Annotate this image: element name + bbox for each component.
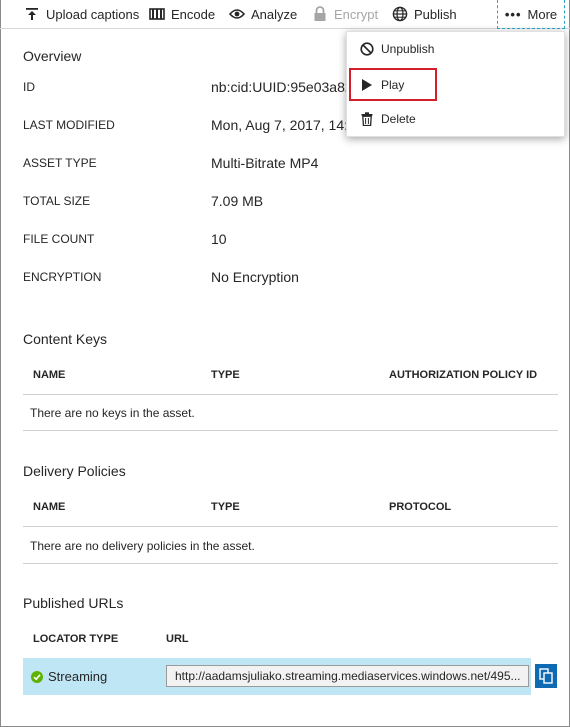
- encrypt-button[interactable]: Encrypt: [312, 0, 378, 28]
- property-value-last-modified: Mon, Aug 7, 2017, 14:: [211, 117, 348, 133]
- upload-captions-button[interactable]: Upload captions: [24, 0, 139, 28]
- property-label-encryption: ENCRYPTION: [23, 270, 102, 284]
- upload-icon: [24, 6, 40, 22]
- property-value-file-count: 10: [211, 231, 227, 247]
- divider: [23, 394, 558, 395]
- analyze-button[interactable]: Analyze: [229, 0, 297, 28]
- delivery-policies-heading: Delivery Policies: [23, 463, 126, 479]
- publish-button[interactable]: Publish: [392, 0, 457, 28]
- globe-icon: [392, 6, 408, 22]
- content-keys-column-authorization-policy[interactable]: AUTHORIZATION POLICY ID: [389, 369, 537, 381]
- content-keys-heading: Content Keys: [23, 331, 108, 347]
- locator-type-value: Streaming: [48, 669, 108, 684]
- ellipsis-icon: •••: [504, 6, 522, 22]
- property-label-id: ID: [23, 80, 35, 94]
- property-value-id: nb:cid:UUID:95e03a82: [211, 79, 353, 95]
- overview-heading: Overview: [23, 48, 82, 64]
- unpublish-icon: [359, 41, 375, 57]
- published-urls-heading: Published URLs: [23, 595, 124, 611]
- delivery-policies-column-protocol[interactable]: PROTOCOL: [389, 501, 451, 513]
- divider: [23, 526, 558, 527]
- more-label: More: [527, 6, 558, 22]
- menu-item-label: Delete: [381, 112, 416, 126]
- published-urls-column-locator-type[interactable]: LOCATOR TYPE: [33, 633, 118, 645]
- property-label-total-size: TOTAL SIZE: [23, 194, 91, 208]
- encode-button[interactable]: Encode: [149, 0, 215, 28]
- encode-icon: [149, 6, 165, 22]
- content-keys-empty-message: There are no keys in the asset.: [30, 406, 195, 420]
- content-keys-column-name[interactable]: NAME: [33, 369, 65, 381]
- lock-icon: [312, 6, 328, 22]
- command-bar: Upload captions Encode Analyze Encrypt P…: [0, 0, 570, 29]
- delivery-policies-column-name[interactable]: NAME: [33, 501, 65, 513]
- property-label-last-modified: LAST MODIFIED: [23, 118, 115, 132]
- property-value-asset-type: Multi-Bitrate MP4: [211, 155, 319, 171]
- streaming-url-field[interactable]: http://aadamsjuliako.streaming.mediaserv…: [166, 665, 529, 687]
- menu-item-label: Unpublish: [381, 42, 435, 56]
- encode-label: Encode: [171, 6, 216, 22]
- play-highlight-box: [349, 68, 437, 101]
- published-urls-column-url[interactable]: URL: [166, 633, 189, 645]
- divider: [23, 563, 558, 564]
- copy-url-button[interactable]: [535, 664, 557, 688]
- property-value-encryption: No Encryption: [211, 269, 299, 285]
- property-label-asset-type: ASSET TYPE: [23, 156, 97, 170]
- delivery-policies-column-type[interactable]: TYPE: [211, 501, 240, 513]
- delivery-policies-empty-message: There are no delivery policies in the as…: [30, 539, 255, 553]
- copy-icon: [539, 668, 553, 684]
- menu-item-delete[interactable]: Delete: [347, 104, 566, 134]
- analyze-label: Analyze: [251, 6, 298, 22]
- publish-label: Publish: [414, 6, 457, 22]
- eye-icon: [229, 6, 245, 22]
- encrypt-label: Encrypt: [334, 6, 379, 22]
- upload-captions-label: Upload captions: [46, 6, 140, 22]
- more-button[interactable]: ••• More: [497, 0, 565, 29]
- check-circle-icon: [31, 671, 43, 683]
- divider: [23, 430, 558, 431]
- property-label-file-count: FILE COUNT: [23, 232, 95, 246]
- content-keys-column-type[interactable]: TYPE: [211, 369, 240, 381]
- property-value-total-size: 7.09 MB: [211, 193, 264, 209]
- trash-icon: [359, 111, 375, 127]
- menu-item-unpublish[interactable]: Unpublish: [347, 34, 566, 64]
